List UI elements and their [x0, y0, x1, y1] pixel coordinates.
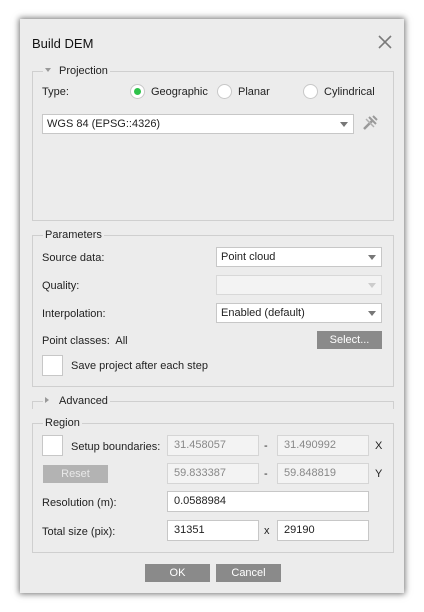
setup-boundaries-label: Setup boundaries:	[71, 441, 161, 453]
collapse-icon	[45, 68, 51, 72]
projection-header[interactable]: Projection	[43, 65, 110, 77]
advanced-group: Advanced	[32, 395, 394, 409]
interpolation-select[interactable]: Enabled (default)	[216, 303, 382, 323]
radio-cylindrical[interactable]	[303, 84, 318, 99]
resolution-label: Resolution (m):	[42, 497, 117, 509]
advanced-header[interactable]: Advanced	[43, 395, 110, 407]
ok-button[interactable]: OK	[145, 564, 210, 582]
point-classes-value: All	[115, 335, 128, 347]
save-project-checkbox[interactable]	[42, 355, 63, 376]
cancel-button[interactable]: Cancel	[216, 564, 281, 582]
build-dem-dialog: Build DEM Projection Type: Geographic Pl…	[20, 19, 404, 593]
radio-planar-label: Planar	[238, 86, 270, 98]
parameters-group: Parameters Source data: Point cloud Qual…	[32, 229, 394, 387]
x-axis-label: X	[375, 440, 383, 452]
chevron-down-icon	[368, 255, 376, 260]
type-label: Type:	[42, 86, 69, 98]
resolution-field[interactable]: 0.0588984	[167, 491, 369, 512]
x-range-dash: -	[264, 440, 268, 452]
chevron-down-icon	[368, 283, 376, 288]
size-x-field[interactable]: 31351	[167, 520, 259, 541]
crs-select-value: WGS 84 (EPSG::4326)	[47, 118, 161, 130]
size-separator: x	[264, 525, 270, 537]
radio-cylindrical-label: Cylindrical	[324, 86, 375, 98]
radio-planar[interactable]	[217, 84, 232, 99]
setup-boundaries-checkbox[interactable]	[42, 435, 63, 456]
interpolation-label: Interpolation:	[42, 308, 106, 320]
region-group: Region Setup boundaries: 31.458057 - 31.…	[32, 417, 394, 553]
y-axis-label: Y	[375, 468, 383, 480]
total-size-label: Total size (pix):	[42, 526, 116, 538]
chevron-down-icon	[340, 122, 348, 127]
x-max-field[interactable]: 31.490992	[277, 435, 369, 456]
quality-label: Quality:	[42, 280, 80, 292]
y-max-field[interactable]: 59.848819	[277, 463, 369, 484]
x-min-field[interactable]: 31.458057	[167, 435, 259, 456]
settings-tool-icon[interactable]	[361, 114, 379, 132]
save-project-label: Save project after each step	[71, 360, 208, 372]
crs-select[interactable]: WGS 84 (EPSG::4326)	[42, 114, 354, 134]
reset-button[interactable]: Reset	[43, 465, 108, 483]
quality-select[interactable]	[216, 275, 382, 295]
region-header: Region	[43, 417, 82, 429]
source-data-value: Point cloud	[221, 251, 276, 263]
radio-geographic[interactable]	[130, 84, 145, 99]
chevron-down-icon	[368, 311, 376, 316]
y-min-field[interactable]: 59.833387	[167, 463, 259, 484]
y-range-dash: -	[264, 468, 268, 480]
radio-geographic-label: Geographic	[151, 86, 208, 98]
source-data-select[interactable]: Point cloud	[216, 247, 382, 267]
expand-icon	[45, 397, 49, 403]
projection-group: Projection Type: Geographic Planar Cylin…	[32, 65, 394, 221]
close-icon[interactable]	[376, 33, 394, 51]
interpolation-value: Enabled (default)	[221, 307, 305, 319]
dialog-title: Build DEM	[32, 36, 94, 51]
parameters-header: Parameters	[43, 229, 104, 241]
point-classes-label: Point classes: All	[42, 335, 128, 347]
source-data-label: Source data:	[42, 252, 105, 264]
select-button[interactable]: Select...	[317, 331, 382, 349]
size-y-field[interactable]: 29190	[277, 520, 369, 541]
